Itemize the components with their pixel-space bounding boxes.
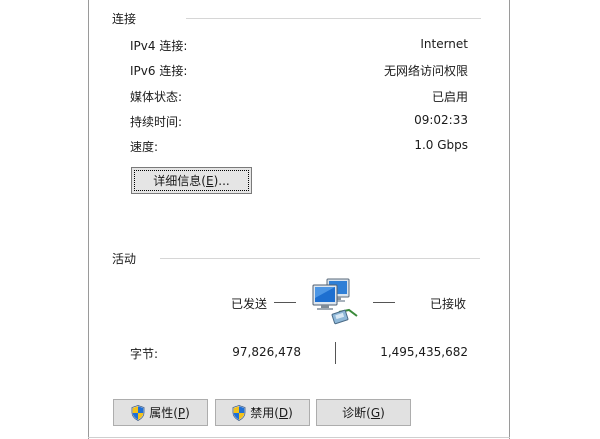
connection-group-line [186,18,481,19]
received-label: 已接收 [430,297,467,311]
uac-shield-icon [131,404,145,421]
bytes-sent-value: 97,826,478 [232,345,301,359]
uac-shield-icon [232,404,246,421]
disable-button[interactable]: 禁用(D) [215,399,310,426]
duration-label: 持续时间: [130,115,183,129]
bytes-divider [335,342,336,364]
dialog-bottom-line [88,437,510,438]
ipv6-value: 无网络访问权限 [383,64,468,78]
bytes-received-value: 1,495,435,682 [380,345,468,359]
received-dash [373,302,395,303]
dialog-right-edge [509,0,510,439]
sent-label: 已发送 [231,297,268,311]
network-computers-icon [312,278,358,325]
bytes-label: 字节: [130,347,159,361]
sent-dash [274,302,296,303]
duration-value: 09:02:33 [414,113,468,127]
properties-button[interactable]: 属性(P) [113,399,208,426]
ipv4-label: IPv4 连接: [130,39,188,53]
ipv4-value: Internet [420,37,468,51]
connection-group-title: 连接 [112,12,137,26]
media-state-label: 媒体状态: [130,90,183,104]
speed-label: 速度: [130,140,159,154]
dialog-left-edge [88,0,89,439]
media-state-value: 已启用 [431,90,468,104]
speed-value: 1.0 Gbps [414,138,468,152]
activity-group-line [160,258,480,259]
details-button[interactable]: 详细信息(E)... [131,167,252,194]
ipv6-label: IPv6 连接: [130,64,188,78]
diagnose-button[interactable]: 诊断(G) [316,399,411,426]
activity-group-title: 活动 [112,252,137,266]
